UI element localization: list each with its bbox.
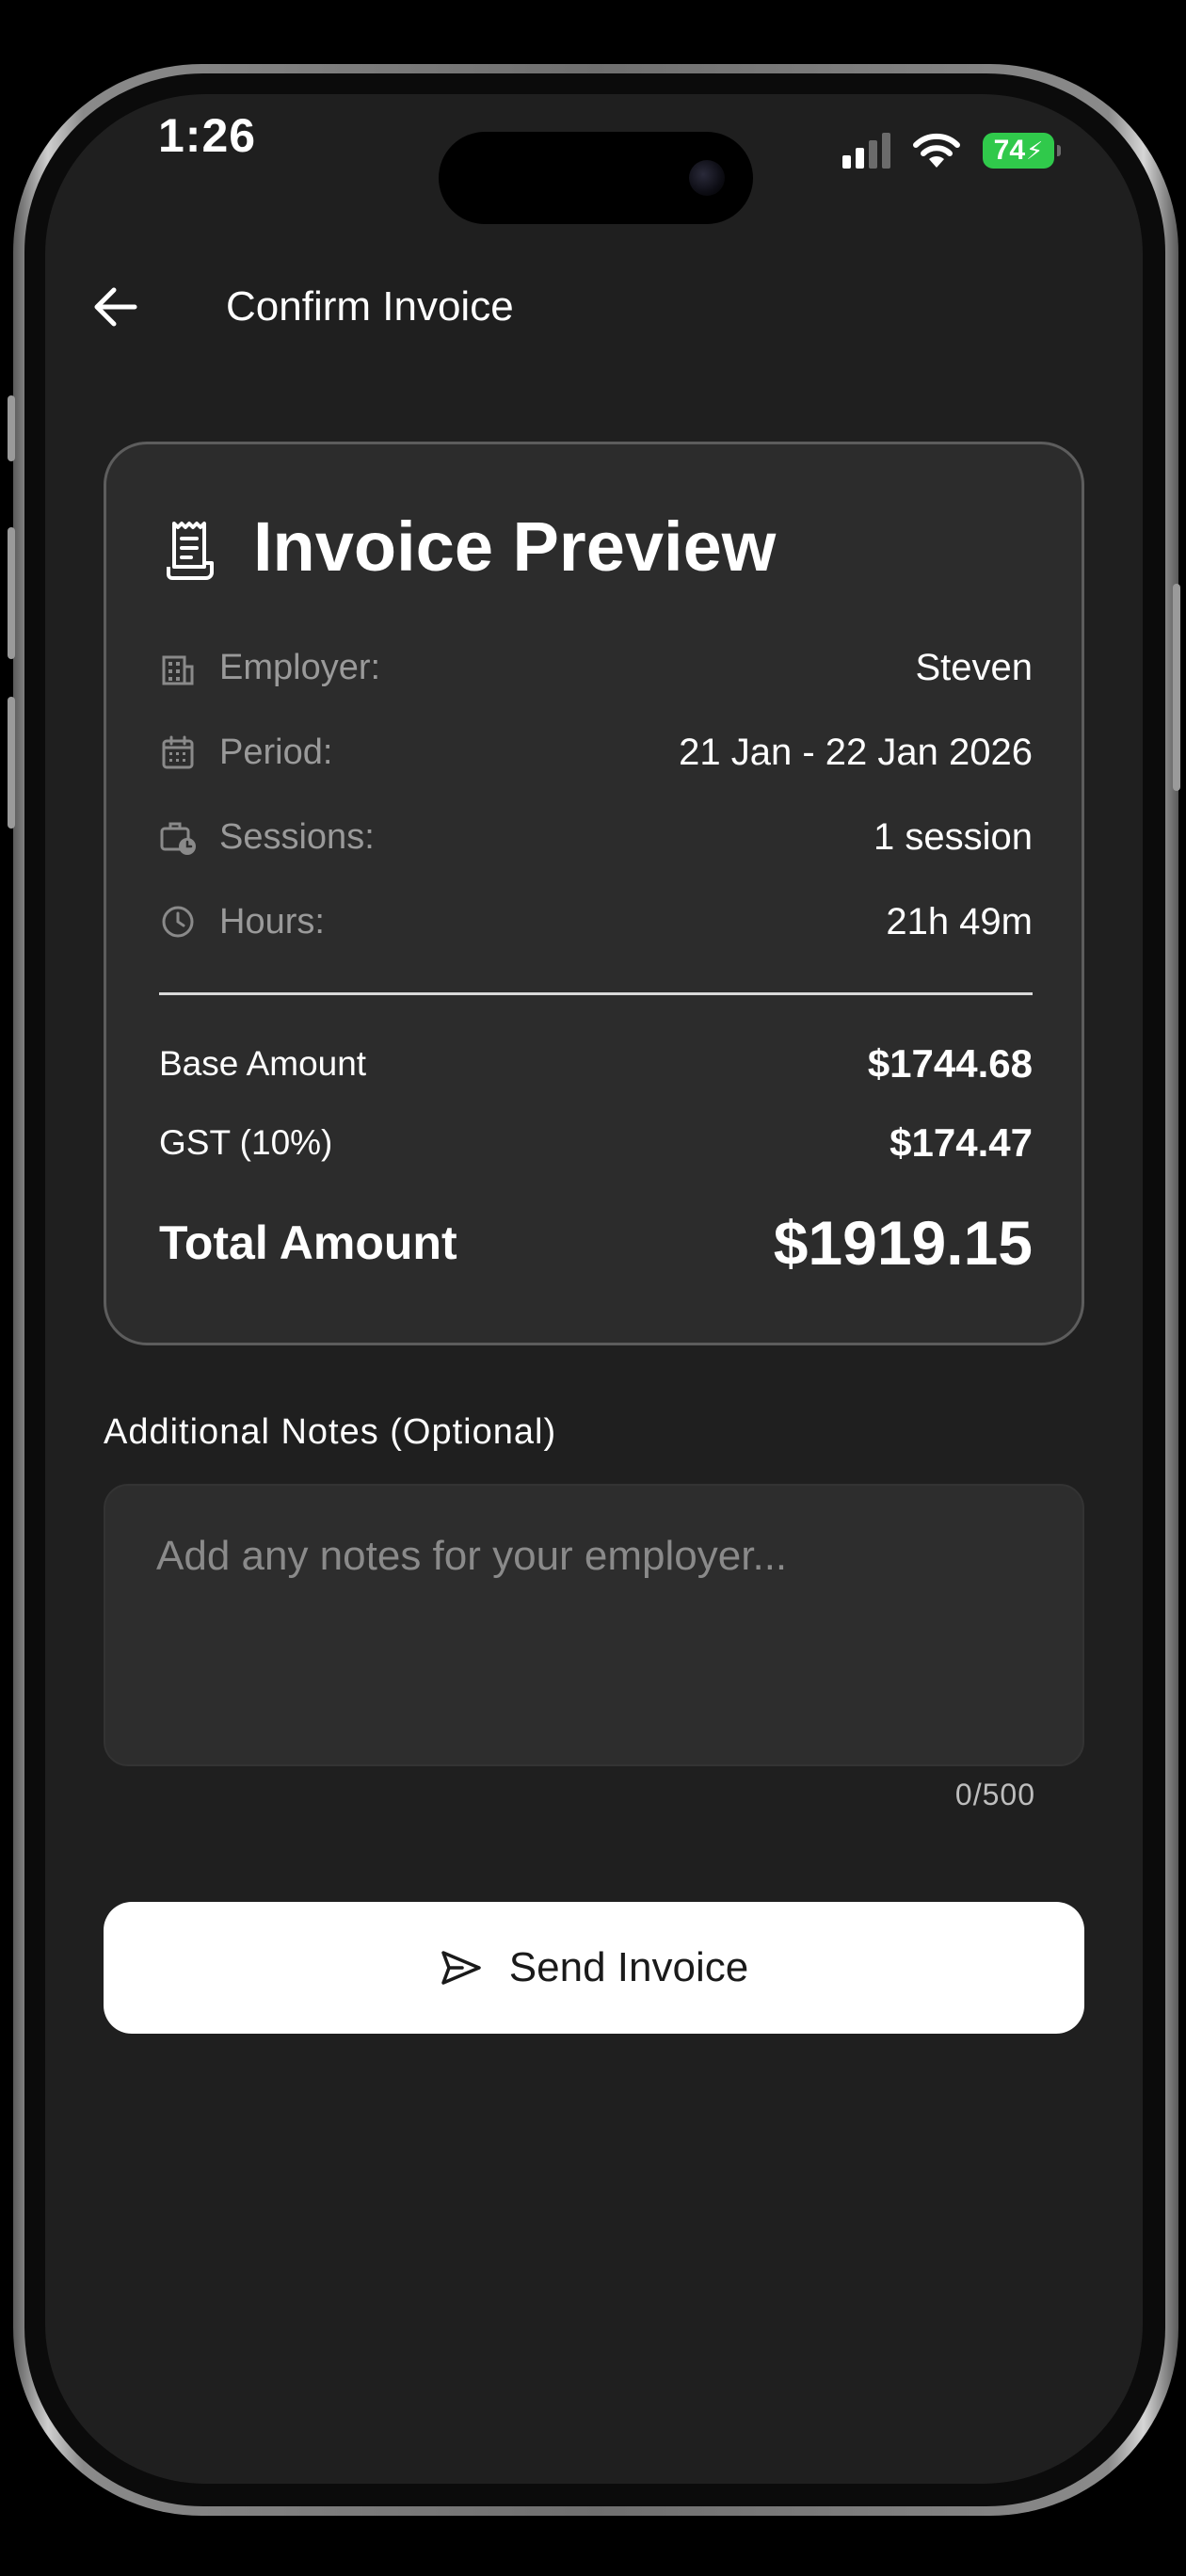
wifi-icon <box>913 133 960 168</box>
base-amount-value: $1744.68 <box>867 1041 1033 1086</box>
detail-row-sessions: Sessions: 1 session <box>159 809 1033 865</box>
detail-value: 1 session <box>873 815 1033 858</box>
gst-label: GST (10%) <box>159 1123 333 1162</box>
send-invoice-button[interactable]: Send Invoice <box>104 1902 1084 2034</box>
detail-row-hours: Hours: 21h 49m <box>159 894 1033 950</box>
building-icon <box>162 655 194 685</box>
invoice-preview-card: Invoice Preview Employer: Steven Period:… <box>104 442 1084 1345</box>
notes-input[interactable] <box>105 1486 1082 1764</box>
back-button[interactable] <box>87 279 143 335</box>
status-time: 1:26 <box>158 109 257 162</box>
dynamic-island <box>439 132 753 224</box>
volume-up-button <box>8 527 15 659</box>
page-title: Confirm Invoice <box>226 283 514 330</box>
notes-input-container <box>104 1484 1084 1766</box>
send-invoice-label: Send Invoice <box>508 1944 749 1990</box>
charging-bolt-icon: ⚡ <box>1026 136 1044 165</box>
total-amount-label: Total Amount <box>159 1216 457 1269</box>
gst-row: GST (10%) $174.47 <box>159 1115 1033 1171</box>
detail-value: Steven <box>915 646 1033 688</box>
detail-value: 21h 49m <box>886 900 1033 942</box>
briefcase-clock-icon <box>160 822 196 855</box>
send-icon <box>441 1951 481 1985</box>
card-title: Invoice Preview <box>253 507 777 586</box>
detail-label: Period: <box>219 732 333 772</box>
volume-down-button <box>8 697 15 829</box>
notes-label: Additional Notes (Optional) <box>104 1412 557 1452</box>
cellular-signal-icon <box>842 133 890 169</box>
divider <box>159 992 1033 995</box>
status-icons: 74 ⚡ <box>842 132 1061 169</box>
total-amount-row: Total Amount $1919.15 <box>159 1205 1033 1280</box>
battery-icon: 74 ⚡ <box>983 133 1061 169</box>
gst-value: $174.47 <box>890 1120 1033 1165</box>
calendar-icon <box>162 735 194 769</box>
arrow-left-icon <box>94 287 137 327</box>
front-camera <box>689 160 725 196</box>
character-count: 0/500 <box>954 1778 1035 1811</box>
detail-label: Hours: <box>219 901 325 942</box>
power-button <box>1173 584 1180 791</box>
action-button <box>8 395 15 461</box>
detail-label: Employer: <box>219 647 381 687</box>
detail-value: 21 Jan - 22 Jan 2026 <box>679 731 1033 773</box>
detail-label: Sessions: <box>219 816 375 857</box>
detail-row-period: Period: 21 Jan - 22 Jan 2026 <box>159 724 1033 781</box>
total-amount-value: $1919.15 <box>773 1208 1033 1278</box>
base-amount-label: Base Amount <box>159 1044 367 1083</box>
receipt-icon <box>167 522 214 580</box>
base-amount-row: Base Amount $1744.68 <box>159 1036 1033 1092</box>
detail-row-employer: Employer: Steven <box>159 639 1033 696</box>
battery-level: 74 <box>993 135 1026 166</box>
clock-icon <box>162 906 194 938</box>
